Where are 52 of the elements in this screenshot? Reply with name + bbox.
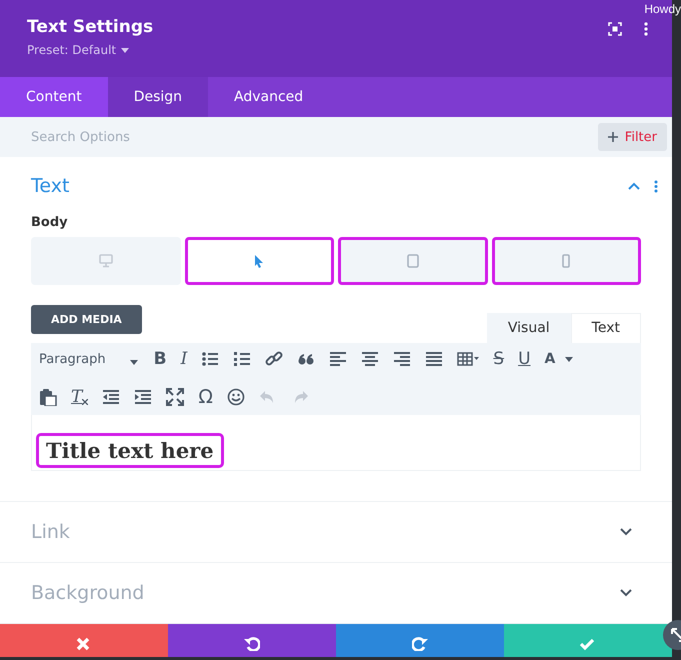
tab[interactable]: Design bbox=[108, 77, 208, 117]
link-icon[interactable] bbox=[265, 350, 284, 368]
plus-icon bbox=[608, 132, 618, 142]
table-icon[interactable] bbox=[457, 350, 480, 368]
fullscreen-icon[interactable] bbox=[166, 388, 184, 406]
caret-icon bbox=[121, 48, 130, 52]
save-button[interactable] bbox=[504, 624, 672, 657]
desktop-icon bbox=[98, 254, 113, 268]
add-media-button[interactable]: ADD MEDIA bbox=[31, 305, 142, 334]
paste-icon[interactable] bbox=[39, 388, 57, 406]
caret-icon bbox=[130, 360, 138, 364]
redo-icon bbox=[412, 637, 428, 651]
justify-icon[interactable] bbox=[425, 350, 444, 368]
editor-tab[interactable]: Text bbox=[570, 313, 641, 343]
align-right-icon[interactable] bbox=[393, 350, 412, 368]
close-icon bbox=[76, 637, 92, 651]
device-button[interactable] bbox=[492, 237, 641, 285]
expand-chevron-icon[interactable] bbox=[620, 528, 632, 536]
undo-icon bbox=[244, 637, 260, 651]
strikethrough-icon[interactable]: S bbox=[493, 349, 504, 369]
bullet-list-icon[interactable] bbox=[201, 350, 220, 368]
heading-text: Title text here bbox=[36, 433, 224, 468]
tab[interactable]: Content bbox=[0, 77, 108, 117]
omega-icon[interactable]: Ω bbox=[198, 387, 213, 407]
editor-tab[interactable]: Visual bbox=[486, 313, 571, 343]
check-icon bbox=[580, 637, 596, 651]
more-icon[interactable] bbox=[654, 180, 658, 192]
italic-icon[interactable]: I bbox=[180, 349, 188, 369]
smiley-icon[interactable] bbox=[226, 388, 245, 406]
align-center-icon[interactable] bbox=[361, 350, 380, 368]
focus-icon[interactable] bbox=[608, 22, 622, 36]
window-title: Text Settings bbox=[27, 17, 154, 37]
underline-icon[interactable]: U bbox=[518, 349, 531, 369]
field-label: Body bbox=[31, 215, 69, 230]
numbered-list-icon[interactable] bbox=[233, 350, 252, 368]
preset-dropdown[interactable]: Preset: Default bbox=[27, 43, 130, 57]
device-button[interactable] bbox=[184, 237, 334, 285]
format-dropdown[interactable]: Paragraph bbox=[39, 352, 138, 366]
search-field[interactable]: Search Options bbox=[27, 130, 255, 144]
expand-chevron-icon[interactable] bbox=[620, 589, 632, 597]
outdent-icon[interactable] bbox=[102, 388, 120, 406]
tab[interactable]: Advanced bbox=[208, 77, 330, 117]
align-left-icon[interactable] bbox=[329, 350, 348, 368]
tablet-icon bbox=[406, 254, 420, 268]
section-title[interactable]: Text bbox=[31, 175, 70, 197]
collapse-chevron-icon[interactable] bbox=[628, 182, 640, 190]
filter-button[interactable]: Filter bbox=[598, 123, 667, 151]
device-button[interactable] bbox=[338, 237, 488, 285]
more-icon[interactable] bbox=[644, 22, 648, 36]
editor-area[interactable]: Title text here bbox=[31, 415, 641, 471]
indent-icon[interactable] bbox=[134, 388, 152, 406]
bold-icon[interactable]: B bbox=[154, 349, 167, 369]
